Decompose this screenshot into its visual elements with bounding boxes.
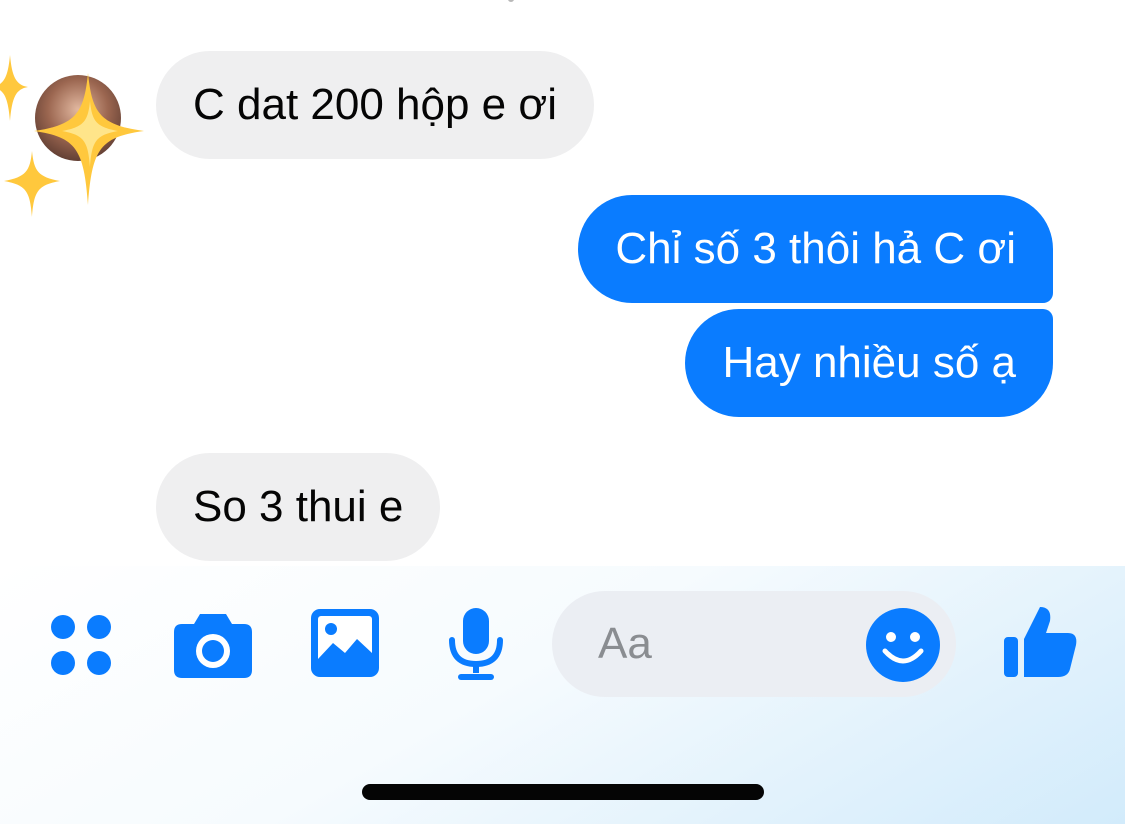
camera-icon[interactable] xyxy=(174,610,252,678)
message-bubble-incoming[interactable]: So 3 thui e xyxy=(156,453,441,561)
gallery-icon[interactable] xyxy=(311,609,379,677)
apps-icon[interactable] xyxy=(50,614,112,676)
message-bubble-incoming[interactable]: C dat 200 hộp e ơi xyxy=(156,51,594,159)
microphone-icon[interactable] xyxy=(446,608,506,682)
message-bubble-outgoing[interactable]: Hay nhiều số ạ xyxy=(685,309,1053,417)
scroll-hint-dot xyxy=(508,0,514,2)
sparkles-icon xyxy=(0,55,144,217)
message-input[interactable]: Aa xyxy=(552,591,956,697)
home-indicator[interactable] xyxy=(362,784,764,800)
emoji-icon[interactable] xyxy=(865,607,941,683)
message-input-placeholder: Aa xyxy=(598,619,652,668)
thumbs-up-icon[interactable] xyxy=(1000,603,1080,683)
message-bubble-outgoing[interactable]: Chỉ số 3 thôi hả C ơi xyxy=(578,195,1053,303)
